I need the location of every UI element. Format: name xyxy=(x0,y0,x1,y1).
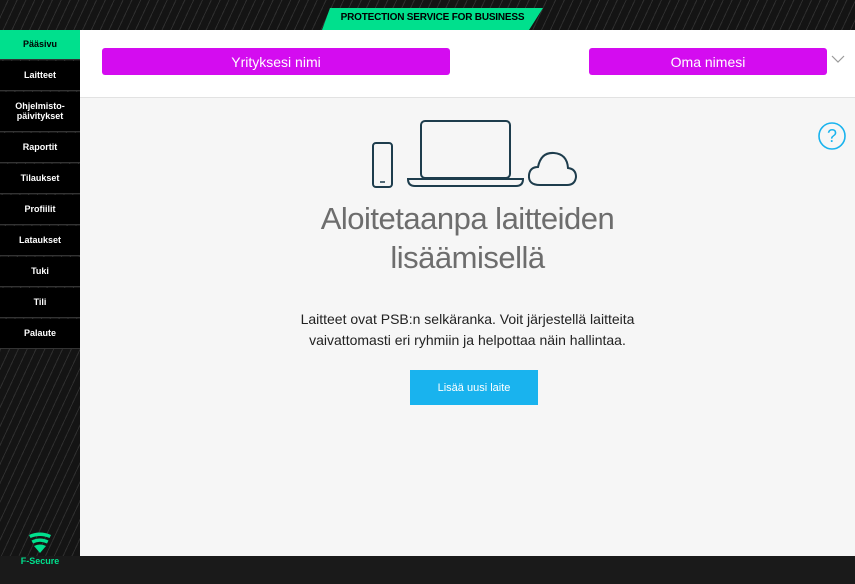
sidebar-item-account[interactable]: Tili xyxy=(0,288,80,318)
main-content: ? Aloitetaanpa laitteiden lisäämisellä L… xyxy=(80,98,855,556)
sidebar-item-feedback[interactable]: Palaute xyxy=(0,319,80,349)
add-device-button[interactable]: Lisää uusi laite xyxy=(410,370,538,405)
f-secure-shield-icon xyxy=(29,532,51,553)
product-name-label: PROTECTION SERVICE FOR BUSINESS xyxy=(340,12,525,23)
svg-text:?: ? xyxy=(827,126,837,146)
user-name-button[interactable]: Oma nimesi xyxy=(589,48,827,75)
phone-icon xyxy=(372,142,393,188)
description-line-2: vaivattomasti eri ryhmiin ja helpottaa n… xyxy=(309,332,626,348)
sidebar-item-reports[interactable]: Raportit xyxy=(0,133,80,163)
help-icon[interactable]: ? xyxy=(817,121,847,151)
devices-illustration xyxy=(372,120,578,188)
sidebar-item-home[interactable]: Pääsivu xyxy=(0,30,80,60)
cloud-icon xyxy=(527,151,578,186)
f-secure-logo: F-Secure xyxy=(0,532,80,584)
description-line-1: Laitteet ovat PSB:n selkäranka. Voit jär… xyxy=(300,311,635,327)
logo-text: F-Secure xyxy=(20,556,60,566)
chevron-down-icon[interactable] xyxy=(831,54,845,64)
description: Laitteet ovat PSB:n selkäranka. Voit jär… xyxy=(80,309,855,351)
company-name-button[interactable]: Yrityksesi nimi xyxy=(102,48,450,75)
sidebar-item-support[interactable]: Tuki xyxy=(0,257,80,287)
laptop-icon xyxy=(406,120,525,187)
sidebar: Pääsivu Laitteet Ohjelmisto- päivitykset… xyxy=(0,30,80,566)
product-name-tab: PROTECTION SERVICE FOR BUSINESS xyxy=(322,8,543,30)
sidebar-item-subscriptions[interactable]: Tilaukset xyxy=(0,164,80,194)
title-line-1: Aloitetaanpa laitteiden xyxy=(320,201,615,236)
sidebar-item-devices[interactable]: Laitteet xyxy=(0,61,80,91)
header: Yrityksesi nimi Oma nimesi xyxy=(80,30,855,98)
sidebar-item-software-updates[interactable]: Ohjelmisto- päivitykset xyxy=(0,92,80,132)
top-bar: PROTECTION SERVICE FOR BUSINESS xyxy=(0,0,855,30)
sidebar-item-profiles[interactable]: Profiilit xyxy=(0,195,80,225)
page-title: Aloitetaanpa laitteiden lisäämisellä xyxy=(80,199,855,277)
title-line-2: lisäämisellä xyxy=(390,240,545,275)
sidebar-item-downloads[interactable]: Lataukset xyxy=(0,226,80,256)
